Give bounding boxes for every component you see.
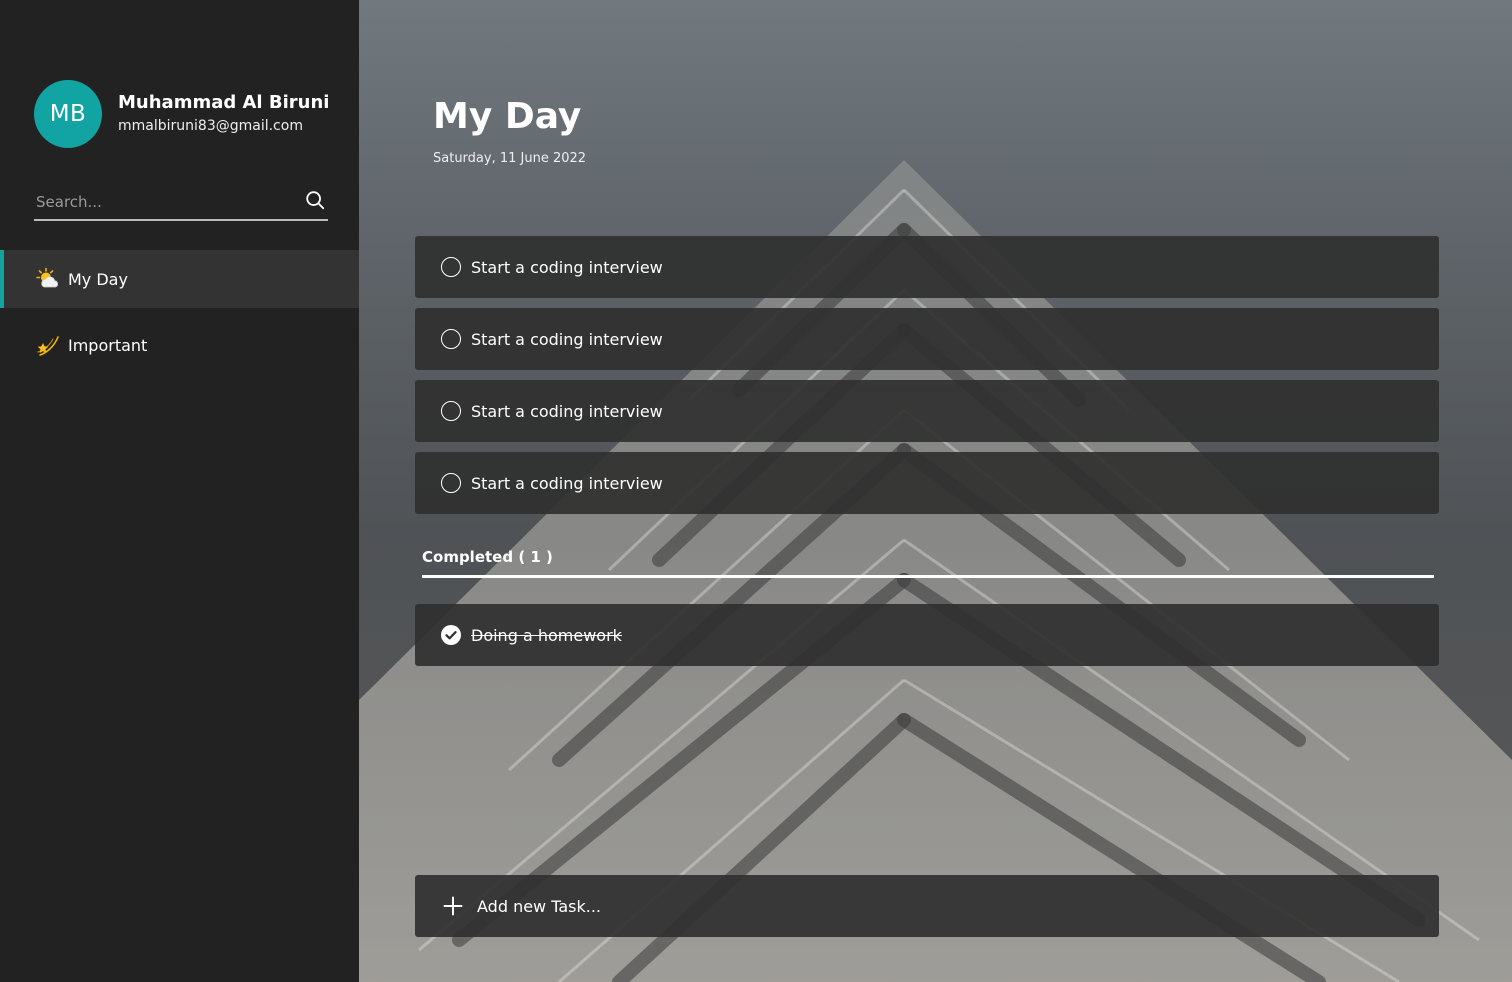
plus-icon[interactable]	[443, 896, 463, 916]
task-item[interactable]: Start a coding interview	[415, 380, 1439, 442]
completed-label: Completed	[422, 548, 514, 566]
task-item[interactable]: Start a coding interview	[415, 452, 1439, 514]
task-text: Start a coding interview	[471, 257, 663, 277]
sidebar-item-important[interactable]: Important	[0, 316, 359, 374]
task-text: Start a coding interview	[471, 401, 663, 421]
user-email: mmalbiruni83@gmail.com	[118, 118, 303, 134]
completed-divider	[422, 575, 1434, 578]
task-text: Start a coding interview	[471, 473, 663, 493]
task-checkbox[interactable]	[441, 473, 461, 493]
task-checkbox[interactable]	[441, 257, 461, 277]
completed-section-header[interactable]: Completed ( 1 )	[422, 546, 553, 568]
user-profile[interactable]: MB Muhammad Al Biruni mmalbiruni83@gmail…	[34, 80, 329, 148]
task-text: Doing a homework	[471, 625, 622, 645]
search-bar	[34, 184, 328, 221]
main-panel: My Day Saturday, 11 June 2022 Start a co…	[359, 0, 1512, 982]
checked-circle-icon[interactable]	[441, 625, 461, 645]
user-name: Muhammad Al Biruni	[118, 92, 330, 113]
search-icon[interactable]	[304, 189, 326, 211]
completed-count: ( 1 )	[518, 548, 553, 566]
sidebar-item-my-day[interactable]: My Day	[0, 250, 359, 308]
add-task-input[interactable]	[477, 896, 1377, 916]
completed-task-item[interactable]: Doing a homework	[415, 604, 1439, 666]
task-checkbox[interactable]	[441, 401, 461, 421]
task-item[interactable]: Start a coding interview	[415, 236, 1439, 298]
page-date: Saturday, 11 June 2022	[433, 151, 587, 166]
page-title: My Day	[433, 96, 582, 137]
avatar[interactable]: MB	[34, 80, 102, 148]
task-checkbox[interactable]	[441, 329, 461, 349]
profile-text: Muhammad Al Biruni mmalbiruni83@gmail.co…	[118, 92, 329, 136]
task-text: Start a coding interview	[471, 329, 663, 349]
sun-behind-cloud-icon	[36, 267, 60, 291]
task-item[interactable]: Start a coding interview	[415, 308, 1439, 370]
sidebar: MB Muhammad Al Biruni mmalbiruni83@gmail…	[0, 0, 359, 982]
sidebar-item-label: Important	[68, 335, 148, 355]
sidebar-item-label: My Day	[68, 269, 128, 289]
shooting-star-icon	[36, 333, 60, 357]
search-input[interactable]	[36, 190, 286, 214]
add-task-bar[interactable]	[415, 875, 1439, 937]
